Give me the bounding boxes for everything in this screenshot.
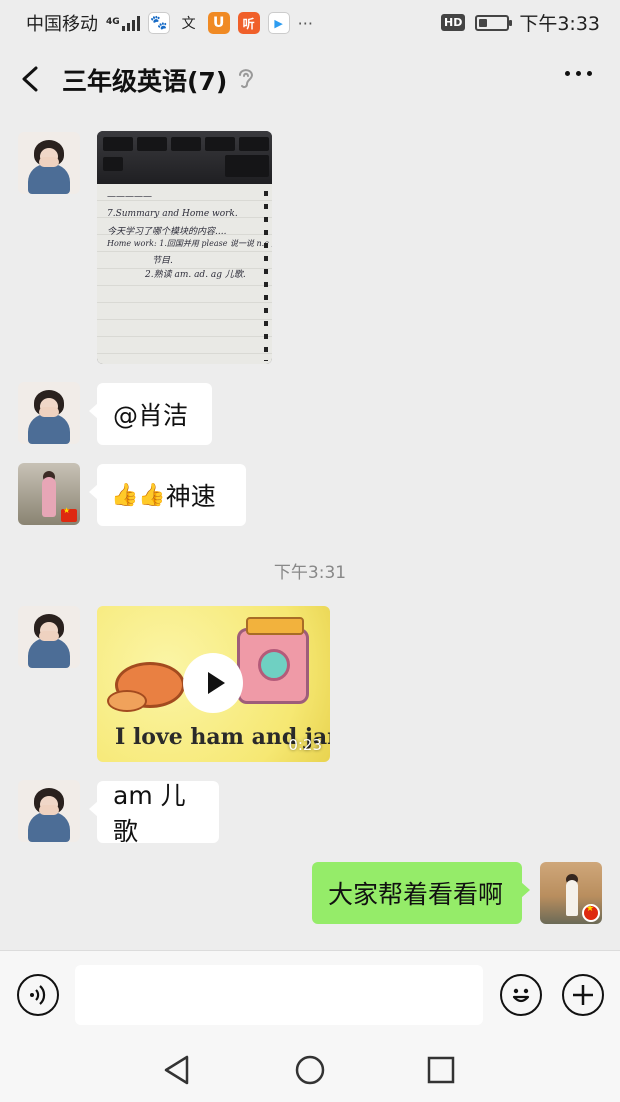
note-line: 2.熟读 am. ad. ag 儿歌. <box>145 270 246 280</box>
thumbs-up-emoji: 👍👍 <box>111 482 166 508</box>
nav-recents-icon[interactable] <box>427 1056 455 1084</box>
back-arrow-icon <box>22 66 38 92</box>
chat-title: 三年级英语(7) <box>62 67 228 96</box>
play-button[interactable] <box>183 653 243 713</box>
photo-message[interactable]: ————— 7.Summary and Home work. 今天学习了哪个模块… <box>97 131 272 364</box>
voice-icon <box>30 985 46 1005</box>
message-text: 大家帮着看看啊 <box>328 880 504 909</box>
my-avatar[interactable] <box>540 862 602 924</box>
uc-icon: U <box>207 12 230 34</box>
message-text: @肖洁 <box>113 401 189 430</box>
timestamp: 下午3:31 <box>273 563 347 583</box>
plus-button[interactable] <box>562 974 604 1016</box>
my-message-bubble[interactable]: 大家帮着看看啊 <box>312 862 530 924</box>
back-button[interactable] <box>18 64 46 94</box>
network-type: 4G <box>106 17 120 27</box>
more-options-button[interactable] <box>565 71 592 76</box>
avatar[interactable] <box>18 132 80 194</box>
message-text: 神速 <box>165 482 216 511</box>
note-line: 7.Summary and Home work. <box>107 209 238 219</box>
hd-badge: HD <box>440 14 466 31</box>
ting-icon: 听 <box>237 12 260 34</box>
battery-icon <box>475 14 513 31</box>
wen-icon: 文 <box>181 16 196 32</box>
nav-back-icon[interactable] <box>162 1054 192 1086</box>
video-message[interactable]: I love ham and jam 0:23 <box>97 606 330 762</box>
jam-jar-illustration <box>237 617 309 704</box>
note-line: Home work: 1.回国并用 please 说一说 n.c 点 <box>107 239 272 248</box>
message-bubble[interactable]: @肖洁 <box>89 383 212 445</box>
chat-header: 三年级英语(7) <box>0 44 620 114</box>
overflow-icon: ··· <box>297 13 313 33</box>
note-line: 节目. <box>152 256 173 266</box>
smiley-icon <box>512 988 530 1003</box>
video-duration: 0:23 <box>288 736 322 754</box>
plus-icon <box>573 985 593 1005</box>
nav-home-icon[interactable] <box>294 1054 326 1086</box>
youku-icon: ▶ <box>267 12 290 34</box>
message-text: am 儿歌 <box>113 781 186 846</box>
ear-icon <box>239 69 254 89</box>
emoji-button[interactable] <box>500 974 542 1016</box>
voice-button[interactable] <box>17 974 59 1016</box>
status-bar: 中国移动 4G 🐾 文 U 听 ▶ ··· HD 下午3:33 <box>0 0 620 44</box>
note-line: 今天学习了哪个模块的内容.... <box>107 227 227 237</box>
avatar[interactable] <box>18 780 80 842</box>
avatar[interactable] <box>18 606 80 668</box>
message-bubble[interactable]: am 儿歌 <box>89 781 219 846</box>
message-bubble[interactable]: 👍👍 神速 <box>89 464 246 526</box>
message-input[interactable] <box>75 965 483 1025</box>
signal-icon <box>121 15 140 31</box>
avatar[interactable] <box>18 463 80 525</box>
baidu-icon: 🐾 <box>147 12 170 34</box>
carrier-name: 中国移动 <box>26 14 98 35</box>
system-nav-bar <box>0 1038 620 1102</box>
clock: 下午3:33 <box>519 13 600 35</box>
input-bar <box>0 950 620 1038</box>
avatar[interactable] <box>18 382 80 444</box>
